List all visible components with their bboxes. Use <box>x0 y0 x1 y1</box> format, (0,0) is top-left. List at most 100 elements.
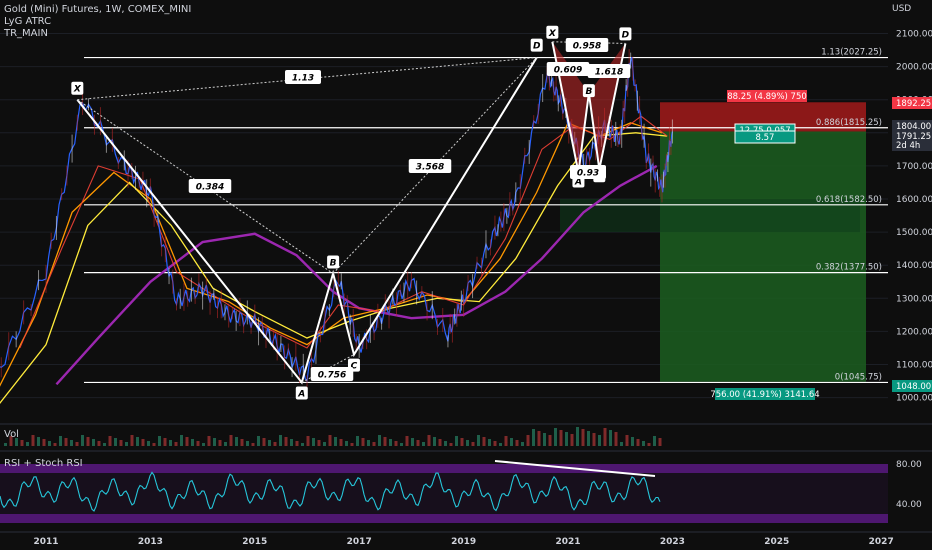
price-tick-label: 1000.00 <box>896 394 932 404</box>
volume-bar <box>306 436 310 446</box>
pattern2-point-a-label: A <box>574 178 582 188</box>
volume-bar <box>367 440 370 446</box>
currency-label[interactable]: USD <box>892 4 911 14</box>
volume-bar <box>625 435 629 446</box>
volume-bar <box>609 430 612 446</box>
volume-bar <box>64 438 68 446</box>
volume-bar <box>295 441 299 446</box>
volume-bar <box>240 439 244 446</box>
volume-bar <box>554 428 557 446</box>
volume-bar <box>493 441 497 446</box>
volume-bar <box>405 436 409 446</box>
volume-bar <box>158 436 161 446</box>
volume-bar <box>141 439 145 446</box>
volume-bar <box>328 435 332 446</box>
volume-bar <box>152 443 156 446</box>
volume-bar <box>169 440 172 446</box>
time-tick-label: 2013 <box>138 537 163 547</box>
time-tick-label: 2019 <box>451 537 476 547</box>
ratio-label-ac-2: 0.93 <box>577 169 599 179</box>
price-tick-label: 2100.00 <box>896 30 932 40</box>
volume-bar <box>350 443 354 446</box>
price-tick-label: 1600.00 <box>896 195 932 205</box>
take-profit-zone <box>660 131 866 382</box>
volume-bar <box>477 435 480 446</box>
volume-bar <box>537 431 541 446</box>
volume-bar <box>229 435 233 446</box>
indicator-lyg-atrc[interactable]: LyG ATRC <box>4 16 51 28</box>
volume-bar <box>466 440 469 446</box>
pattern2-point-x-label: X <box>548 29 557 39</box>
fib-level-label: 0.382(1377.50) <box>816 263 882 273</box>
volume-bar <box>592 433 596 446</box>
volume-bar <box>37 437 40 446</box>
volume-bar <box>372 442 376 446</box>
volume-bar <box>317 440 321 446</box>
volume-bar <box>526 435 530 446</box>
volume-bar <box>614 432 618 446</box>
volume-bar <box>185 437 189 446</box>
volume-bar <box>653 436 656 446</box>
volume-bar <box>130 435 134 446</box>
volume-bar <box>42 439 46 446</box>
volume-bar <box>636 439 640 446</box>
volume-bar <box>59 436 62 446</box>
volume-bar <box>389 439 392 446</box>
price-tick-label: 1100.00 <box>896 361 932 371</box>
time-tick-label: 2021 <box>555 537 580 547</box>
volume-bar <box>422 442 425 446</box>
ratio-label-xd-2: 0.958 <box>573 42 601 52</box>
chart-title[interactable]: Gold (Mini) Futures, 1W, COMEX_MINI <box>4 4 191 16</box>
price-tick-label: 1700.00 <box>896 162 932 172</box>
volume-bar <box>103 443 106 446</box>
price-badge: 2d 4h <box>896 141 920 151</box>
fib-level-label: 0.618(1582.50) <box>816 195 882 205</box>
volume-bar <box>48 441 51 446</box>
volume-bar <box>163 438 167 446</box>
volume-bar <box>312 438 315 446</box>
volume-bar <box>136 437 139 446</box>
take-profit-label: 756.00 (41.91%) 3141.64 <box>710 390 819 400</box>
pattern2-point-b-label: B <box>585 87 592 97</box>
volume-bar <box>92 439 95 446</box>
volume-bar <box>70 440 73 446</box>
volume-bar <box>279 435 282 446</box>
volume-bar <box>444 441 447 446</box>
volume-bar <box>394 441 398 446</box>
volume-bar <box>482 437 486 446</box>
volume-bar <box>603 428 607 446</box>
ratio-label-xb-2: 0.609 <box>554 66 582 76</box>
stop-loss-label: 88.25 (4.89%) 750 <box>727 92 807 102</box>
volume-bar <box>411 438 414 446</box>
volume-bar <box>356 436 359 446</box>
volume-bar <box>460 438 464 446</box>
volume-bar <box>251 443 255 446</box>
volume-bar <box>383 437 387 446</box>
time-tick-label: 2027 <box>869 537 894 547</box>
volume-bar <box>548 435 552 446</box>
volume-bar <box>559 430 563 446</box>
volume-bar <box>235 437 238 446</box>
volume-bar <box>86 437 90 446</box>
volume-bar <box>587 431 590 446</box>
volume-bar <box>488 439 491 446</box>
price-tick-label: 2000.00 <box>896 63 932 73</box>
volume-bar <box>301 443 304 446</box>
volume-bar <box>427 435 431 446</box>
price-tick-label: 1400.00 <box>896 261 932 271</box>
volume-bar <box>433 437 436 446</box>
ratio-label-xb: 0.384 <box>196 183 224 193</box>
ratio-label-bd: 3.568 <box>416 163 444 173</box>
volume-bar <box>647 443 651 446</box>
volume-bar <box>471 442 475 446</box>
volume-bar <box>147 441 150 446</box>
volume-bar <box>290 439 293 446</box>
volume-panel-label[interactable]: Vol <box>4 429 19 440</box>
volume-bar <box>499 443 502 446</box>
pattern1-point-b-label: B <box>330 258 337 268</box>
time-tick-label: 2015 <box>242 537 267 547</box>
indicator-tr-main[interactable]: TR_MAIN <box>4 28 48 40</box>
volume-bar <box>438 439 442 446</box>
volume-bar <box>268 440 271 446</box>
rsi-panel-label[interactable]: RSI + Stoch RSI <box>4 458 83 469</box>
